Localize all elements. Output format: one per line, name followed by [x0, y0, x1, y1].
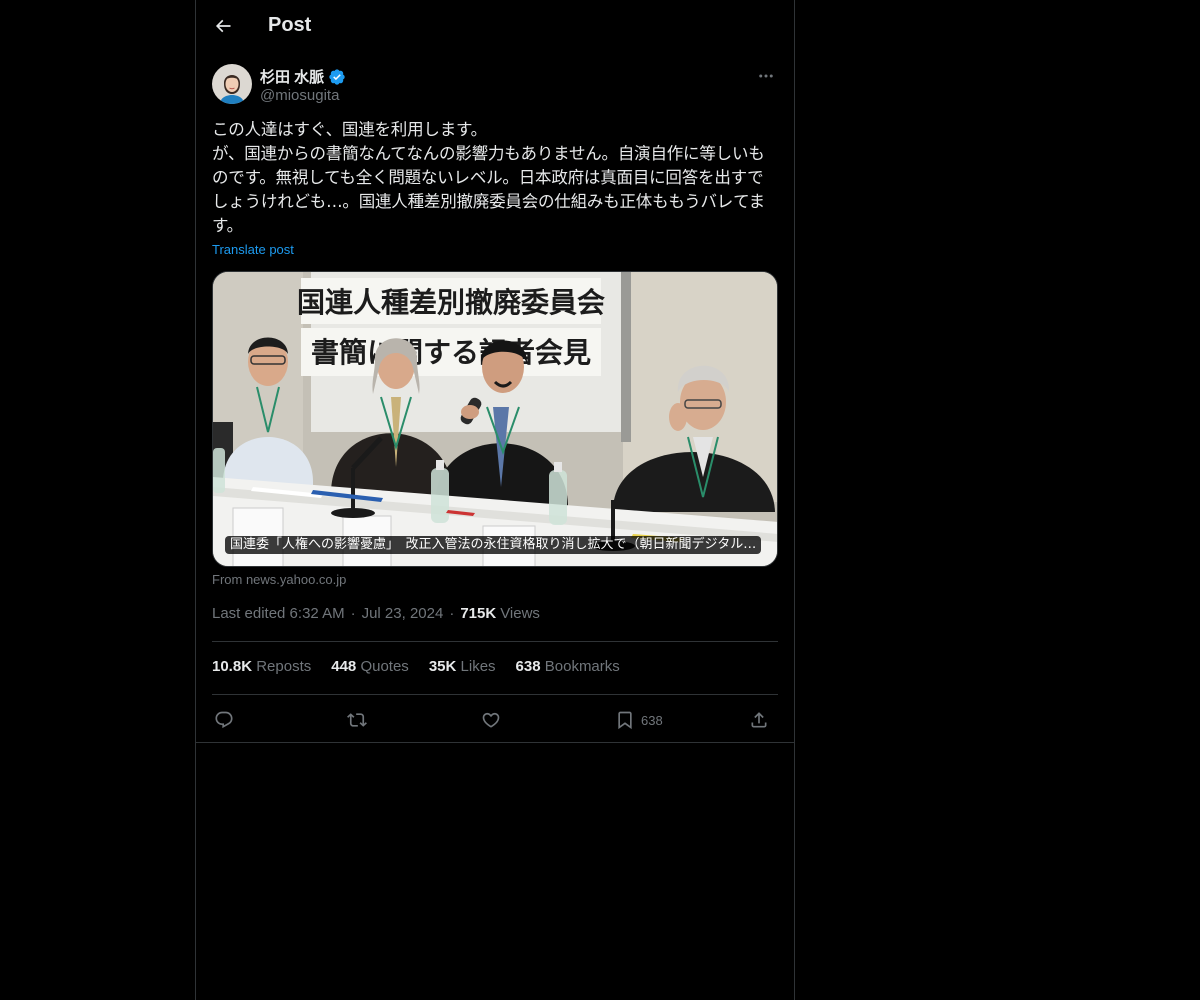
bookmark-count: 638 [641, 712, 663, 728]
repost-button[interactable] [347, 708, 367, 732]
bookmark-icon [618, 711, 632, 730]
reply-icon [215, 711, 233, 729]
meta-separator: · [449, 605, 455, 622]
page-header: Post [196, 0, 794, 53]
bookmark-button[interactable]: 638 [615, 708, 663, 732]
banner-text-line2: 書簡に関する記者会見 [311, 336, 591, 369]
display-name[interactable]: 杉田 水脈 [260, 66, 324, 87]
link-card-caption: 国連委「人権への影響憂慮」 改正入管法の永住資格取り消し拡大で（朝日新聞デジタル… [225, 536, 762, 554]
more-horizontal-icon [759, 74, 773, 78]
divider [212, 694, 778, 695]
share-icon [751, 712, 767, 728]
post-date[interactable]: Jul 23, 2024 [362, 605, 444, 622]
user-handle[interactable]: @miosugita [260, 87, 339, 104]
divider [196, 742, 794, 743]
edited-timestamp[interactable]: Last edited 6:32 AM [212, 605, 345, 622]
page-title: Post [268, 14, 312, 36]
name-row: 杉田 水脈 [260, 66, 346, 87]
repost-icon [347, 713, 367, 727]
reply-button[interactable] [214, 708, 234, 732]
share-button[interactable] [749, 708, 769, 732]
avatar[interactable] [212, 64, 252, 104]
likes-stat[interactable]: 35K Likes [429, 658, 496, 675]
post-text: この人達はすぐ、国連を利用します。 が、国連からの書簡なんてなんの影響力もありま… [212, 120, 765, 235]
press-conference-photo: 国連人種差別撤廃委員会 書簡に関する記者会見 [213, 272, 777, 566]
like-button[interactable] [481, 708, 501, 732]
heart-icon [482, 712, 500, 728]
back-button[interactable] [208, 11, 238, 41]
bookmarks-stat[interactable]: 638 Bookmarks [516, 658, 620, 675]
action-bar: 638 [212, 705, 778, 735]
arrow-left-icon [215, 19, 231, 33]
link-source[interactable]: From news.yahoo.co.jp [212, 572, 346, 587]
views-label: Views [500, 605, 540, 622]
meta-separator: · [350, 605, 356, 622]
banner-text-line1: 国連人種差別撤廃委員会 [297, 286, 605, 319]
more-options-button[interactable] [754, 66, 778, 86]
post-meta: Last edited 6:32 AM · Jul 23, 2024 · 715… [212, 605, 540, 622]
link-card-image[interactable]: 国連人種差別撤廃委員会 書簡に関する記者会見 国連委「人権への影響憂慮」 改正入… [212, 271, 778, 567]
author-block: 杉田 水脈 @miosugita [212, 64, 778, 108]
post-column: Post 杉田 水脈 @miosugita この人達はすぐ、国連を利用します。 … [195, 0, 795, 1000]
verified-badge-icon[interactable] [328, 68, 346, 86]
engagement-stats: 10.8K Reposts 448 Quotes 35K Likes 638 B… [212, 658, 620, 675]
divider [212, 641, 778, 642]
translate-post-link[interactable]: Translate post [212, 242, 294, 257]
views-count: 715K [460, 605, 497, 622]
reposts-stat[interactable]: 10.8K Reposts [212, 658, 311, 675]
quotes-stat[interactable]: 448 Quotes [331, 658, 409, 675]
